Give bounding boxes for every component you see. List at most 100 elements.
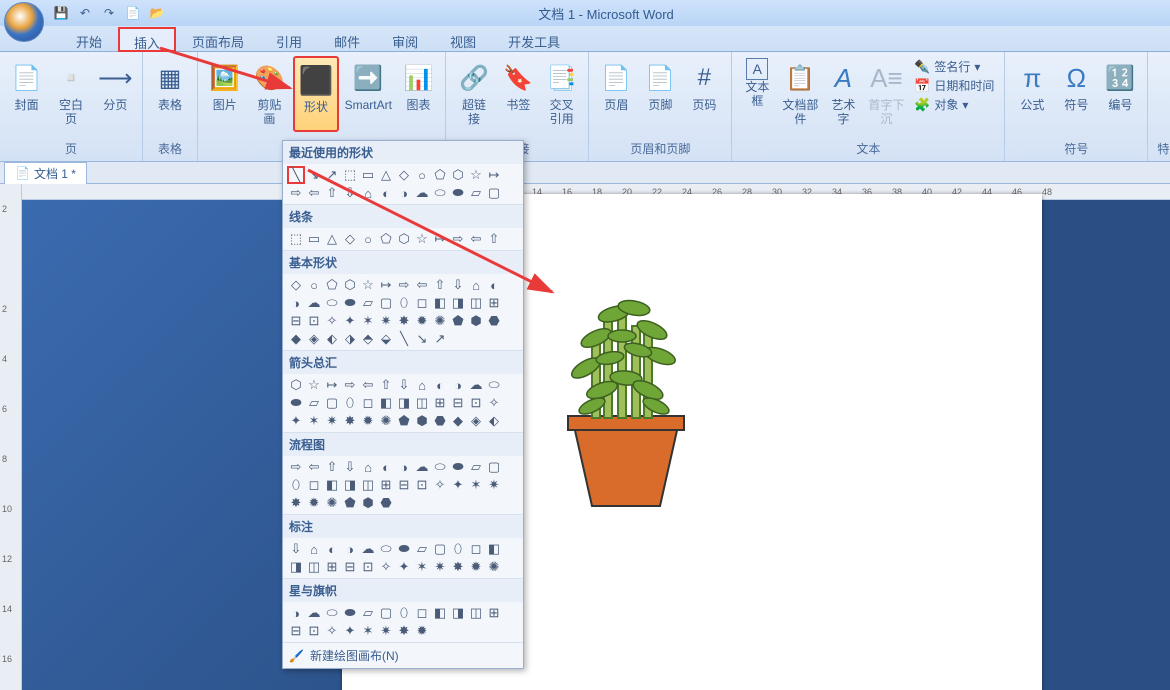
shape-item[interactable]: ⬭ — [485, 376, 503, 394]
shape-item[interactable]: ◐ — [431, 376, 449, 394]
shape-item[interactable]: ▭ — [305, 230, 323, 248]
equation-button[interactable]: π公式 — [1011, 56, 1053, 128]
object-button[interactable]: 🧩对象 ▾ — [914, 96, 994, 113]
shape-item[interactable]: ╲ — [395, 330, 413, 348]
shape-item[interactable]: ⬬ — [287, 394, 305, 412]
shape-item[interactable]: ⊞ — [323, 558, 341, 576]
shape-item[interactable]: ✧ — [323, 622, 341, 640]
wordart-button[interactable]: A艺术字 — [824, 56, 862, 128]
shape-item[interactable]: ⇨ — [287, 458, 305, 476]
shape-item[interactable]: ⬣ — [485, 312, 503, 330]
shape-item[interactable]: ⌂ — [413, 376, 431, 394]
shape-item[interactable]: ⬯ — [341, 394, 359, 412]
shape-item[interactable]: ☆ — [305, 376, 323, 394]
symbol-button[interactable]: Ω符号 — [1055, 56, 1097, 128]
shape-item[interactable]: ☁ — [467, 376, 485, 394]
shape-item[interactable]: ☁ — [413, 184, 431, 202]
shape-item[interactable]: ⊞ — [377, 476, 395, 494]
shape-item[interactable]: ▢ — [431, 540, 449, 558]
shape-item[interactable]: ◑ — [341, 540, 359, 558]
shape-item[interactable]: ⬭ — [323, 294, 341, 312]
gallery-new-canvas[interactable]: 🖌️新建绘图画布(N) — [283, 643, 523, 668]
shape-item[interactable]: ✹ — [359, 412, 377, 430]
shape-item[interactable]: ▢ — [323, 394, 341, 412]
shape-item[interactable]: ⊟ — [449, 394, 467, 412]
shape-item[interactable]: ⬙ — [377, 330, 395, 348]
shape-item[interactable]: ⬯ — [395, 294, 413, 312]
shape-item[interactable]: ⬯ — [287, 476, 305, 494]
shape-item[interactable]: ✸ — [341, 412, 359, 430]
shape-item[interactable]: ⬟ — [341, 494, 359, 512]
shape-item[interactable]: ▱ — [359, 604, 377, 622]
office-button[interactable] — [4, 2, 44, 42]
shape-item[interactable]: ◨ — [395, 394, 413, 412]
shape-item[interactable]: ▭ — [359, 166, 377, 184]
quickparts-button[interactable]: 📋文档部件 — [778, 56, 822, 128]
shape-item[interactable]: ⬬ — [449, 184, 467, 202]
crossref-button[interactable]: 📑交叉 引用 — [541, 56, 582, 128]
shape-item[interactable]: ◫ — [305, 558, 323, 576]
tab-insert[interactable]: 插入 — [118, 27, 176, 52]
sigline-button[interactable]: ✒️签名行 ▾ — [914, 58, 994, 75]
shape-item[interactable]: ⬭ — [377, 540, 395, 558]
shape-item[interactable]: ╲ — [287, 166, 305, 184]
shape-item[interactable]: ⬡ — [449, 166, 467, 184]
shape-item[interactable]: ✦ — [449, 476, 467, 494]
shape-item[interactable]: ◈ — [467, 412, 485, 430]
shape-item[interactable]: ☆ — [467, 166, 485, 184]
shape-item[interactable]: ◧ — [431, 294, 449, 312]
shape-item[interactable]: ✦ — [287, 412, 305, 430]
shape-item[interactable]: ⬣ — [377, 494, 395, 512]
shape-item[interactable]: ⬡ — [287, 376, 305, 394]
shape-item[interactable]: ⇨ — [341, 376, 359, 394]
shape-item[interactable]: ↦ — [485, 166, 503, 184]
shape-item[interactable]: ⊞ — [485, 294, 503, 312]
header-button[interactable]: 📄页眉 — [595, 56, 637, 128]
shape-item[interactable]: ◻ — [467, 540, 485, 558]
shape-item[interactable]: ▱ — [305, 394, 323, 412]
pagenum-button[interactable]: #页码 — [683, 56, 725, 128]
shape-item[interactable]: ⬘ — [359, 330, 377, 348]
shape-item[interactable]: ✹ — [467, 558, 485, 576]
qat-save-icon[interactable]: 💾 — [52, 4, 70, 22]
tab-mailings[interactable]: 邮件 — [318, 26, 376, 51]
shape-item[interactable]: ✦ — [395, 558, 413, 576]
shape-item[interactable]: ⇩ — [395, 376, 413, 394]
shape-item[interactable]: ◑ — [395, 458, 413, 476]
textbox-button[interactable]: A文本框 — [738, 56, 776, 110]
shape-item[interactable]: ↦ — [431, 230, 449, 248]
shape-item[interactable]: ◆ — [287, 330, 305, 348]
shape-item[interactable]: ↘ — [305, 166, 323, 184]
shape-item[interactable]: ✶ — [467, 476, 485, 494]
tab-developer[interactable]: 开发工具 — [492, 26, 576, 51]
footer-button[interactable]: 📄页脚 — [639, 56, 681, 128]
shape-item[interactable]: ⬭ — [323, 604, 341, 622]
shape-item[interactable]: ✧ — [377, 558, 395, 576]
shape-item[interactable]: ◻ — [359, 394, 377, 412]
shape-item[interactable]: ✷ — [377, 622, 395, 640]
shape-item[interactable]: ✺ — [323, 494, 341, 512]
shape-item[interactable]: ⇧ — [377, 376, 395, 394]
shape-item[interactable]: ⬖ — [485, 412, 503, 430]
shape-item[interactable]: ⬣ — [431, 412, 449, 430]
shape-item[interactable]: ⊞ — [431, 394, 449, 412]
shape-item[interactable]: ⬭ — [431, 458, 449, 476]
shape-item[interactable]: ⇩ — [341, 458, 359, 476]
shape-item[interactable]: ✸ — [449, 558, 467, 576]
shape-item[interactable]: ✷ — [485, 476, 503, 494]
shape-item[interactable]: ⬢ — [467, 312, 485, 330]
shape-item[interactable]: ⬬ — [449, 458, 467, 476]
bookmark-button[interactable]: 🔖书签 — [498, 56, 539, 128]
shape-item[interactable]: ✸ — [287, 494, 305, 512]
shape-item[interactable]: ⊟ — [341, 558, 359, 576]
special-button[interactable]: • — [1154, 56, 1170, 128]
shape-item[interactable]: ✷ — [431, 558, 449, 576]
shape-item[interactable]: ◫ — [359, 476, 377, 494]
tab-home[interactable]: 开始 — [60, 26, 118, 51]
shape-item[interactable]: ⬗ — [341, 330, 359, 348]
document-tab[interactable]: 📄 文档 1 * — [4, 162, 87, 184]
shape-item[interactable]: ⬬ — [341, 604, 359, 622]
shape-item[interactable]: ◨ — [449, 604, 467, 622]
shape-item[interactable]: ◇ — [287, 276, 305, 294]
shape-item[interactable]: ◻ — [413, 294, 431, 312]
